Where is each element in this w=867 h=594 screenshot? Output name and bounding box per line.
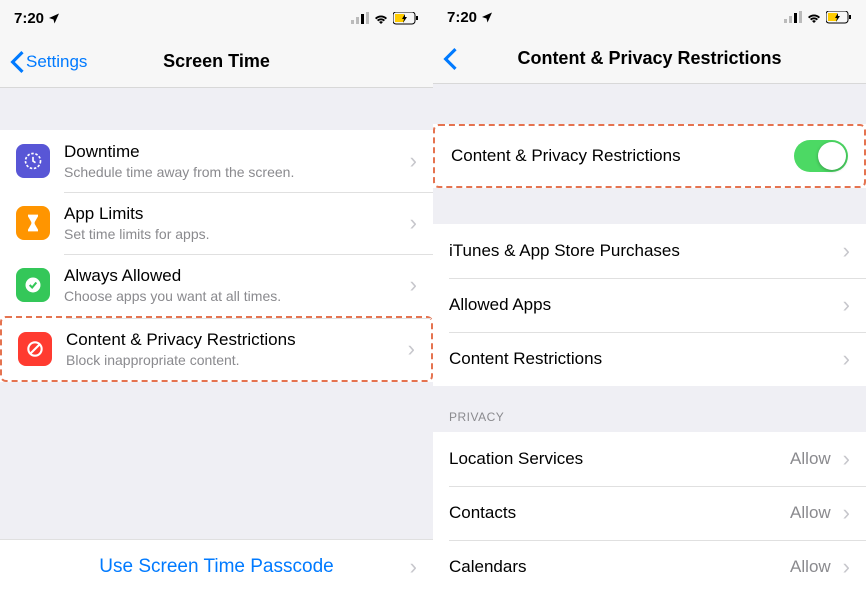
- row-subtitle: Block inappropriate content.: [66, 352, 400, 368]
- row-value: Allow: [790, 557, 831, 577]
- row-allowed-apps[interactable]: Allowed Apps ›: [433, 278, 866, 332]
- chevron-right-icon: ›: [410, 272, 417, 298]
- status-bar: 7:20: [433, 0, 866, 34]
- chevron-right-icon: ›: [843, 292, 850, 318]
- row-always-allowed[interactable]: Always Allowed Choose apps you want at a…: [0, 254, 433, 316]
- row-contacts[interactable]: Contacts Allow ›: [433, 486, 866, 540]
- row-calendars[interactable]: Calendars Allow ›: [433, 540, 866, 594]
- location-arrow-icon: [48, 12, 60, 24]
- contentprivacy-icon: [18, 332, 52, 366]
- row-content-privacy-toggle: Content & Privacy Restrictions: [433, 124, 866, 188]
- row-title: Downtime: [64, 142, 402, 162]
- battery-icon: [826, 11, 852, 24]
- row-subtitle: Choose apps you want at all times.: [64, 288, 402, 304]
- row-title: Always Allowed: [64, 266, 402, 286]
- row-subtitle: Schedule time away from the screen.: [64, 164, 402, 180]
- chevron-right-icon: ›: [843, 500, 850, 526]
- chevron-right-icon: ›: [843, 346, 850, 372]
- chevron-right-icon: ›: [843, 554, 850, 580]
- row-subtitle: Set time limits for apps.: [64, 226, 402, 242]
- chevron-right-icon: ›: [410, 554, 417, 580]
- chevron-right-icon: ›: [408, 336, 415, 362]
- privacy-section-header: PRIVACY: [433, 386, 866, 432]
- toggle-group: Content & Privacy Restrictions: [433, 124, 866, 188]
- back-label: Settings: [26, 52, 87, 72]
- row-content-restrictions[interactable]: Content Restrictions ›: [433, 332, 866, 386]
- downtime-icon: [16, 144, 50, 178]
- back-button[interactable]: [443, 48, 459, 70]
- row-value: Allow: [790, 503, 831, 523]
- row-title: App Limits: [64, 204, 402, 224]
- privacy-group: Location Services Allow › Contacts Allow…: [433, 432, 866, 594]
- page-title: Content & Privacy Restrictions: [433, 48, 866, 69]
- nav-bar: Settings Screen Time: [0, 36, 433, 88]
- row-label: Contacts: [449, 503, 790, 523]
- wifi-icon: [373, 12, 389, 24]
- battery-icon: [393, 12, 419, 25]
- row-downtime[interactable]: Downtime Schedule time away from the scr…: [0, 130, 433, 192]
- back-button[interactable]: Settings: [10, 51, 87, 73]
- chevron-right-icon: ›: [410, 210, 417, 236]
- content-privacy-screen: 7:20 Content & Privacy Restrictions Cont…: [433, 0, 866, 594]
- nav-bar: Content & Privacy Restrictions: [433, 34, 866, 84]
- use-passcode-button[interactable]: Use Screen Time Passcode ›: [0, 539, 433, 594]
- status-bar: 7:20: [0, 0, 433, 36]
- row-value: Allow: [790, 449, 831, 469]
- passcode-label: Use Screen Time Passcode: [99, 556, 333, 578]
- chevron-left-icon: [443, 48, 457, 70]
- alwaysallowed-icon: [16, 268, 50, 302]
- signal-icon: [784, 11, 802, 23]
- status-time: 7:20: [447, 9, 477, 26]
- chevron-right-icon: ›: [410, 148, 417, 174]
- row-title: Content & Privacy Restrictions: [66, 330, 400, 350]
- chevron-right-icon: ›: [843, 238, 850, 264]
- row-label: iTunes & App Store Purchases: [449, 241, 835, 261]
- status-icons: [351, 12, 419, 25]
- row-location-services[interactable]: Location Services Allow ›: [433, 432, 866, 486]
- content-privacy-toggle[interactable]: [794, 140, 848, 172]
- location-arrow-icon: [481, 11, 493, 23]
- screen-time-screen: 7:20 Settings Screen Time Downtime Sched…: [0, 0, 433, 594]
- restrictions-group: iTunes & App Store Purchases › Allowed A…: [433, 224, 866, 386]
- wifi-icon: [806, 11, 822, 23]
- status-icons: [784, 11, 852, 24]
- chevron-left-icon: [10, 51, 24, 73]
- applimits-icon: [16, 206, 50, 240]
- row-label: Content Restrictions: [449, 349, 835, 369]
- row-label: Allowed Apps: [449, 295, 835, 315]
- row-label: Location Services: [449, 449, 790, 469]
- row-content-privacy[interactable]: Content & Privacy Restrictions Block ina…: [0, 316, 433, 382]
- signal-icon: [351, 12, 369, 24]
- row-app-limits[interactable]: App Limits Set time limits for apps. ›: [0, 192, 433, 254]
- chevron-right-icon: ›: [843, 446, 850, 472]
- row-itunes-purchases[interactable]: iTunes & App Store Purchases ›: [433, 224, 866, 278]
- screen-time-options-group: Downtime Schedule time away from the scr…: [0, 130, 433, 382]
- row-label: Calendars: [449, 557, 790, 577]
- status-time: 7:20: [14, 10, 44, 27]
- toggle-label: Content & Privacy Restrictions: [451, 146, 794, 166]
